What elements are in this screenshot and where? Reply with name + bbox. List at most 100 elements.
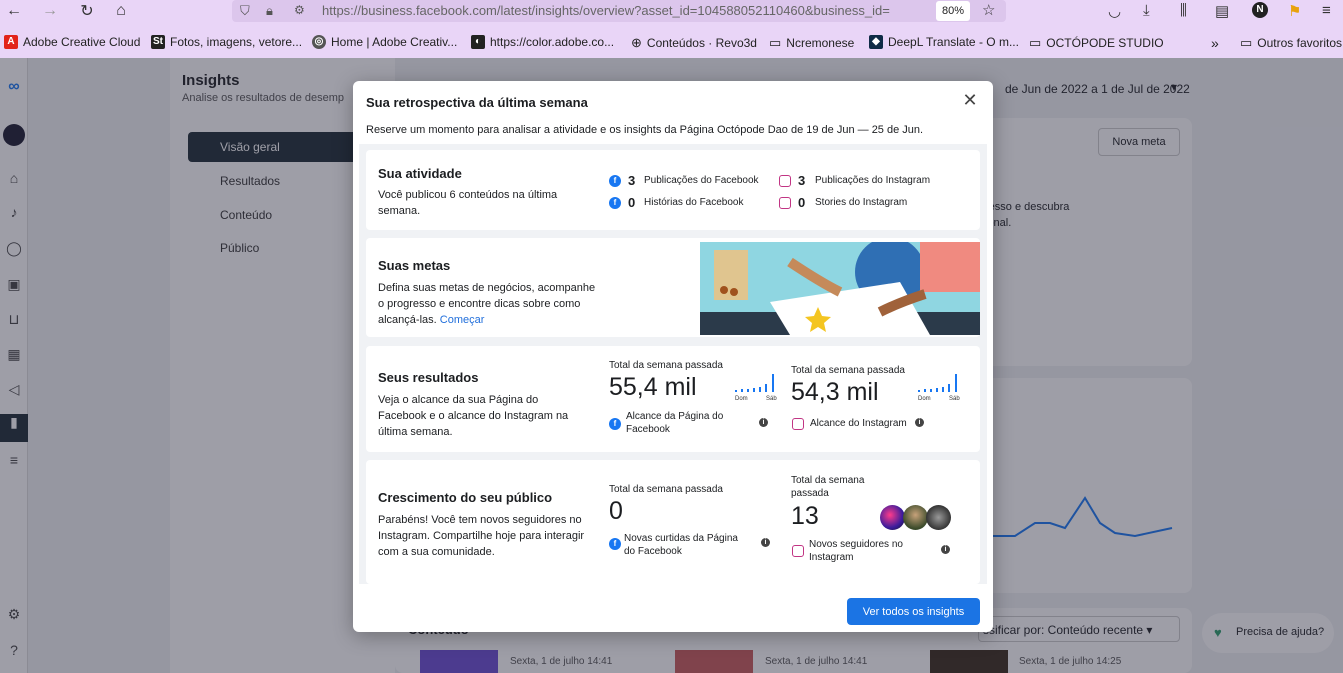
spark-start-label: Dom (735, 396, 748, 402)
modal-title: Sua retrospectiva da última semana (366, 95, 588, 110)
deepl-icon: ◆ (869, 35, 883, 49)
bookmark-adobe-home[interactable]: ◎ Home | Adobe Creativ... (312, 35, 457, 49)
fb-reach-caption: Total da semana passada (609, 360, 723, 371)
url-text[interactable]: https://business.facebook.com/latest/ins… (322, 3, 924, 18)
menu-icon[interactable]: ≡ (1322, 2, 1331, 19)
browser-toolbar: ← → ↻ ⌂ ⛉ 🔒︎ ⚙ https://business.facebook… (0, 0, 1343, 22)
instagram-icon (792, 545, 804, 557)
ig-posts-label: Publicações do Instagram (815, 175, 931, 186)
follower-avatar[interactable] (903, 505, 928, 530)
fb-posts-count: 3 (628, 173, 636, 188)
ig-reach-caption: Total da semana passada (791, 365, 905, 376)
bookmark-ncremonese[interactable]: ▭ Ncremonese (769, 35, 854, 51)
folder-icon: ▭ (1029, 35, 1042, 50)
bookmarks-bar: A Adobe Creative Cloud St Fotos, imagens, … (0, 33, 1343, 55)
info-icon[interactable]: i (759, 418, 768, 427)
color-icon: ◐ (471, 35, 485, 49)
ig-followers-caption: Total da semana passada (791, 475, 865, 499)
fb-stories-count: 0 (628, 195, 636, 210)
goals-title: Suas metas (378, 258, 451, 273)
bookmark-revo3d[interactable]: ⊕ Conteúdos · Revo3d (631, 35, 757, 51)
reload-icon[interactable]: ↻ (76, 0, 98, 22)
info-icon[interactable]: i (915, 418, 924, 427)
results-title: Seus resultados (378, 370, 479, 385)
instagram-icon (779, 197, 791, 209)
bookmark-star-icon[interactable]: ☆ (982, 1, 995, 19)
info-icon[interactable]: i (941, 545, 950, 554)
profile-avatar[interactable]: N (1252, 2, 1268, 18)
facebook-icon: f (609, 418, 621, 430)
activity-text: Você publicou 6 conteúdos na última sema… (378, 189, 558, 217)
fb-likes-value: 0 (609, 497, 623, 525)
growth-text: Parabéns! Você tem novos seguidores no I… (378, 514, 585, 558)
home-icon[interactable]: ⌂ (110, 0, 132, 22)
ig-stories-count: 0 (798, 195, 806, 210)
follower-avatar[interactable] (880, 505, 905, 530)
growth-title: Crescimento do seu público (378, 490, 553, 505)
globe-icon: ⊕ (631, 35, 642, 50)
ig-posts-count: 3 (798, 173, 806, 188)
start-link[interactable]: Começar (440, 314, 485, 326)
goals-illustration (700, 242, 980, 335)
activity-section: Sua atividade Você publicou 6 conteúdos … (366, 150, 980, 230)
fb-reach-sparkline (735, 374, 774, 392)
stock-icon: St (151, 35, 165, 49)
bookmark-color-adobe[interactable]: ◐ https://color.adobe.co... (471, 35, 614, 49)
lock-icon[interactable]: 🔒︎ (266, 3, 273, 19)
extension-icon[interactable]: ⚑ (1288, 2, 1301, 20)
spark-end-label: Sáb (949, 396, 960, 402)
spark-start-label: Dom (918, 396, 931, 402)
modal-body[interactable]: Sua atividade Você publicou 6 conteúdos … (359, 144, 987, 584)
adobe-icon: A (4, 35, 18, 49)
info-icon[interactable]: i (761, 538, 770, 547)
address-bar[interactable]: ⛉ 🔒︎ ⚙ https://business.facebook.com/lat… (232, 0, 1006, 22)
fb-likes-label: Novas curtidas da Página do Facebook (624, 533, 738, 557)
shield-icon[interactable]: ⛉ (240, 3, 250, 19)
fb-stories-label: Histórias do Facebook (644, 197, 744, 208)
browser-chrome: ← → ↻ ⌂ ⛉ 🔒︎ ⚙ https://business.facebook… (0, 0, 1343, 58)
bookmarks-overflow-icon[interactable]: » (1211, 35, 1219, 51)
ig-reach-value: 54,3 mil (791, 378, 879, 406)
results-text: Veja o alcance da sua Página do Facebook… (378, 394, 569, 438)
ig-followers-label: Novos seguidores no Instagram (809, 539, 903, 563)
fb-reach-label: Alcance da Página do Facebook (626, 411, 724, 435)
facebook-icon: f (609, 175, 621, 187)
ig-followers-value: 13 (791, 502, 819, 530)
download-icon[interactable]: ⤓ (1143, 2, 1150, 19)
follower-avatar[interactable] (926, 505, 951, 530)
goals-section: Suas metas Defina suas metas de negócios… (366, 238, 980, 337)
growth-section: Crescimento do seu público Parabéns! Voc… (366, 460, 980, 584)
results-section: Seus resultados Veja o alcance da sua Pá… (366, 346, 980, 452)
instagram-icon (779, 175, 791, 187)
goals-text: Defina suas metas de negócios, acompanhe… (378, 282, 596, 326)
ig-stories-label: Stories do Instagram (815, 197, 908, 208)
close-icon[interactable]: ✕ (961, 91, 979, 109)
weekly-recap-modal: Sua retrospectiva da última semana ✕ Res… (353, 81, 993, 632)
bookmark-deepl[interactable]: ◆ DeepL Translate - O m... (869, 35, 1019, 49)
zoom-level[interactable]: 80% (936, 1, 970, 21)
permissions-icon[interactable]: ⚙ (294, 3, 305, 17)
sidebar-icon[interactable]: ▤ (1215, 2, 1229, 20)
see-all-insights-button[interactable]: Ver todos os insights (847, 598, 980, 625)
instagram-icon (792, 418, 804, 430)
fb-likes-caption: Total da semana passada (609, 484, 723, 495)
ig-reach-label: Alcance do Instagram (810, 418, 907, 429)
pocket-icon[interactable]: ◡ (1108, 2, 1121, 20)
forward-icon[interactable]: → (39, 0, 61, 22)
folder-icon: ▭ (1240, 35, 1253, 50)
bookmark-octopode[interactable]: ▭ OCTÓPODE STUDIO (1029, 35, 1164, 51)
fb-posts-label: Publicações do Facebook (644, 175, 759, 186)
activity-title: Sua atividade (378, 166, 462, 181)
library-icon[interactable]: ⫼ (1180, 2, 1187, 19)
fb-reach-value: 55,4 mil (609, 373, 697, 401)
facebook-icon: f (609, 197, 621, 209)
ig-reach-sparkline (918, 374, 957, 392)
bookmark-other[interactable]: ▭ Outros favoritos (1240, 35, 1342, 51)
folder-icon: ▭ (769, 35, 782, 50)
bookmark-stock[interactable]: St Fotos, imagens, vetore... (151, 35, 302, 49)
bookmark-adobe-cc[interactable]: A Adobe Creative Cloud (4, 35, 140, 49)
spark-end-label: Sáb (766, 396, 777, 402)
facebook-icon: f (609, 538, 621, 550)
back-icon[interactable]: ← (3, 0, 25, 22)
creative-icon: ◎ (312, 35, 326, 49)
